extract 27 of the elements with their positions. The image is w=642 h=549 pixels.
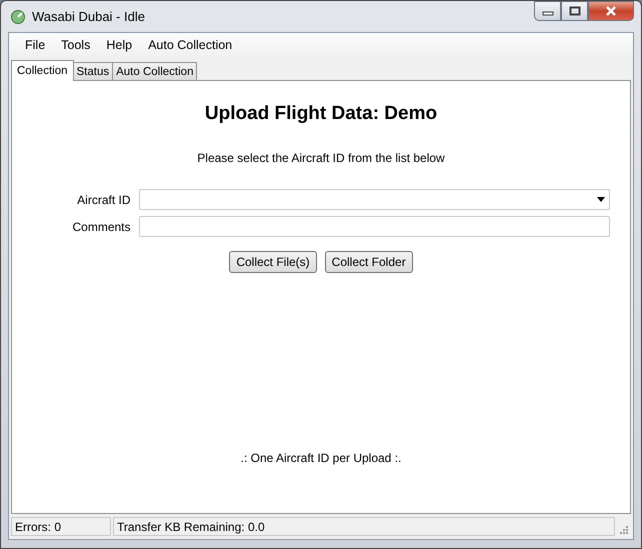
menu-item[interactable]: File — [17, 38, 54, 52]
tab[interactable]: Auto Collection — [112, 62, 198, 80]
maximize-button[interactable] — [561, 1, 588, 21]
app-icon — [10, 8, 26, 24]
field-label: Aircraft ID — [76, 192, 130, 206]
window-title: Wasabi Dubai - Idle — [32, 9, 145, 24]
field-label: Comments — [71, 220, 130, 234]
tab[interactable]: Status — [72, 62, 114, 80]
menu-item[interactable]: Help — [98, 38, 140, 52]
action-button[interactable]: Collect File(s) — [229, 251, 317, 273]
tab[interactable]: Collection — [11, 60, 74, 81]
menu-item[interactable]: Tools — [53, 38, 98, 52]
minimize-button[interactable] — [534, 1, 561, 21]
dropdown-field[interactable] — [138, 189, 610, 210]
input-field[interactable] — [138, 216, 610, 237]
page-heading: Upload Flight Data: Demo — [204, 103, 438, 125]
status-text: Transfer KB Remaining: 0.0 — [113, 517, 615, 536]
caret-icon — [596, 197, 604, 202]
maximize-icon — [568, 6, 580, 16]
menu-item[interactable]: Auto Collection — [140, 38, 240, 52]
resize-grip-icon[interactable] — [619, 524, 629, 534]
footer-note: .: One Aircraft ID per Upload :. — [240, 451, 402, 465]
status-text: Errors: 0 — [11, 517, 111, 536]
action-button[interactable]: Collect Folder — [324, 251, 413, 273]
close-icon — [605, 6, 617, 16]
close-button[interactable] — [588, 1, 634, 21]
instruction-text: Please select the Aircraft ID from the list below — [197, 151, 445, 165]
